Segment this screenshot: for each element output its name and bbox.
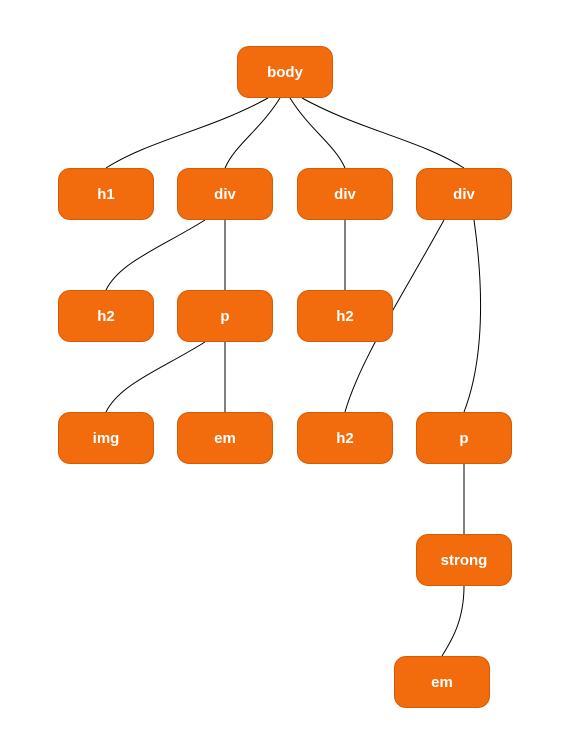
node-label: body bbox=[267, 64, 303, 81]
edge bbox=[106, 342, 205, 412]
node-label: p bbox=[459, 430, 468, 447]
node-p: p bbox=[416, 412, 512, 464]
node-label: div bbox=[334, 186, 356, 203]
edge bbox=[302, 98, 464, 168]
node-h2: h2 bbox=[297, 412, 393, 464]
node-strong: strong bbox=[416, 534, 512, 586]
edge bbox=[464, 220, 481, 412]
node-label: div bbox=[453, 186, 475, 203]
diagram-stage: body h1 div div div h2 p h2 img em h2 p … bbox=[0, 0, 581, 752]
node-p: p bbox=[177, 290, 273, 342]
node-label: em bbox=[214, 430, 236, 447]
edge bbox=[290, 98, 345, 168]
node-label: h2 bbox=[97, 308, 115, 325]
node-h2: h2 bbox=[297, 290, 393, 342]
edge bbox=[442, 586, 464, 656]
edge-layer bbox=[0, 0, 581, 752]
node-label: p bbox=[220, 308, 229, 325]
node-em: em bbox=[394, 656, 490, 708]
node-label: h2 bbox=[336, 308, 354, 325]
node-label: img bbox=[93, 430, 120, 447]
node-label: div bbox=[214, 186, 236, 203]
node-h2: h2 bbox=[58, 290, 154, 342]
node-label: strong bbox=[441, 552, 488, 569]
node-em: em bbox=[177, 412, 273, 464]
node-div: div bbox=[297, 168, 393, 220]
node-body: body bbox=[237, 46, 333, 98]
node-h1: h1 bbox=[58, 168, 154, 220]
edge bbox=[106, 220, 205, 290]
node-label: h1 bbox=[97, 186, 115, 203]
node-label: em bbox=[431, 674, 453, 691]
edge bbox=[106, 98, 268, 168]
node-label: h2 bbox=[336, 430, 354, 447]
edge bbox=[225, 98, 280, 168]
node-div: div bbox=[416, 168, 512, 220]
node-img: img bbox=[58, 412, 154, 464]
node-div: div bbox=[177, 168, 273, 220]
